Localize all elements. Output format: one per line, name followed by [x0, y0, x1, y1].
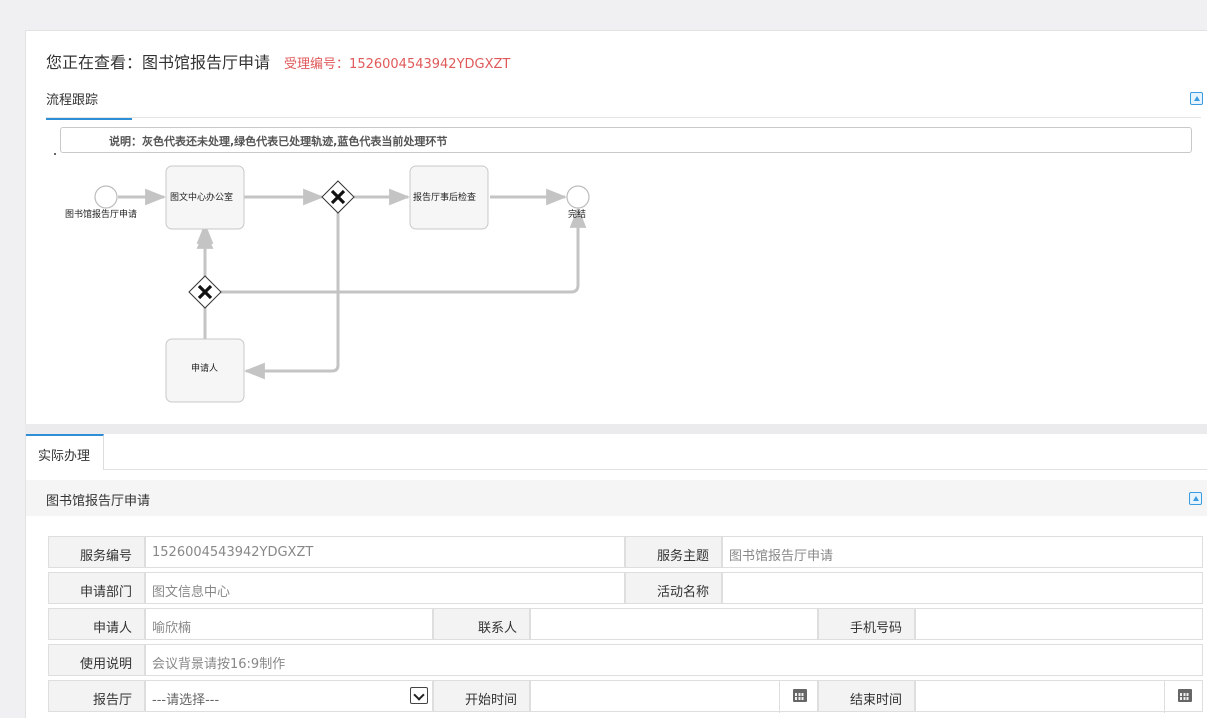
service-no-value: 1526004543942YDGXZT: [145, 536, 625, 568]
end-label: 完结: [568, 208, 586, 220]
service-no-label: 服务编号: [48, 536, 145, 568]
service-topic-value: 图书馆报告厅申请: [722, 536, 1203, 568]
end-time-input[interactable]: [915, 680, 1203, 713]
form-row: 申请人 喻欣楠 联系人 手机号码: [48, 608, 1203, 640]
applicant-value: 喻欣楠: [145, 608, 433, 640]
actual-panel: 实际办理 图书馆报告厅申请 服务编号 1526004543942YDGXZT 服…: [25, 434, 1207, 718]
usage-value: 会议背景请按16:9制作: [145, 644, 1203, 676]
form-row: 使用说明 会议背景请按16:9制作: [48, 644, 1203, 676]
section-header: 图书馆报告厅申请: [26, 480, 1207, 516]
form-row: 报告厅 ---请选择--- 开始时间 结束时间: [48, 680, 1203, 713]
tab-actual-handling[interactable]: 实际办理: [26, 434, 104, 470]
tab-divider: [104, 469, 1207, 470]
applicant-label: 申请人: [48, 608, 145, 640]
form-row: 服务编号 1526004543942YDGXZT 服务主题 图书馆报告厅申请: [48, 536, 1203, 568]
gateway-1: [321, 180, 355, 214]
task-hall-check-label: 报告厅事后检查: [413, 191, 476, 203]
process-diagram: 图书馆报告厅申请 图文中心办公室 报告厅事后检查 完结 申请人: [65, 165, 590, 403]
usage-label: 使用说明: [48, 644, 145, 676]
activity-name-input[interactable]: [722, 572, 1203, 604]
calendar-icon[interactable]: [793, 689, 807, 702]
start-label: 图书馆报告厅申请: [65, 208, 137, 220]
dept-value: 图文信息中心: [145, 572, 625, 604]
gateway-2: [188, 275, 222, 309]
collapse-icon[interactable]: [1189, 492, 1202, 505]
contact-label: 联系人: [433, 608, 530, 640]
activity-label: 活动名称: [625, 572, 722, 604]
calendar-icon[interactable]: [1178, 689, 1192, 702]
edge-gateway2-to-end: [221, 206, 587, 294]
end-time-label: 结束时间: [818, 680, 915, 712]
section-title: 图书馆报告厅申请: [46, 494, 151, 509]
start-time-input[interactable]: [530, 680, 818, 713]
contact-input[interactable]: [530, 608, 818, 640]
end-event: [566, 185, 590, 209]
hall-select-value: ---请选择---: [152, 693, 220, 708]
dept-label: 申请部门: [48, 572, 145, 604]
task-center-office-label: 图文中心办公室: [170, 191, 233, 203]
start-time-label: 开始时间: [433, 680, 530, 712]
chevron-down-icon[interactable]: [410, 687, 428, 704]
start-event: [94, 185, 118, 209]
hall-label: 报告厅: [48, 680, 145, 712]
phone-input[interactable]: [915, 608, 1203, 640]
service-topic-label: 服务主题: [625, 536, 722, 568]
flow-panel: 您正在查看：图书馆报告厅申请 受理编号：1526004543942YDGXZT 流…: [25, 30, 1207, 424]
phone-label: 手机号码: [818, 608, 915, 640]
panel-separator: [25, 424, 1207, 434]
form-row: 申请部门 图文信息中心 活动名称: [48, 572, 1203, 604]
hall-select[interactable]: ---请选择---: [145, 680, 433, 712]
task-applicant-label: 申请人: [191, 362, 218, 374]
